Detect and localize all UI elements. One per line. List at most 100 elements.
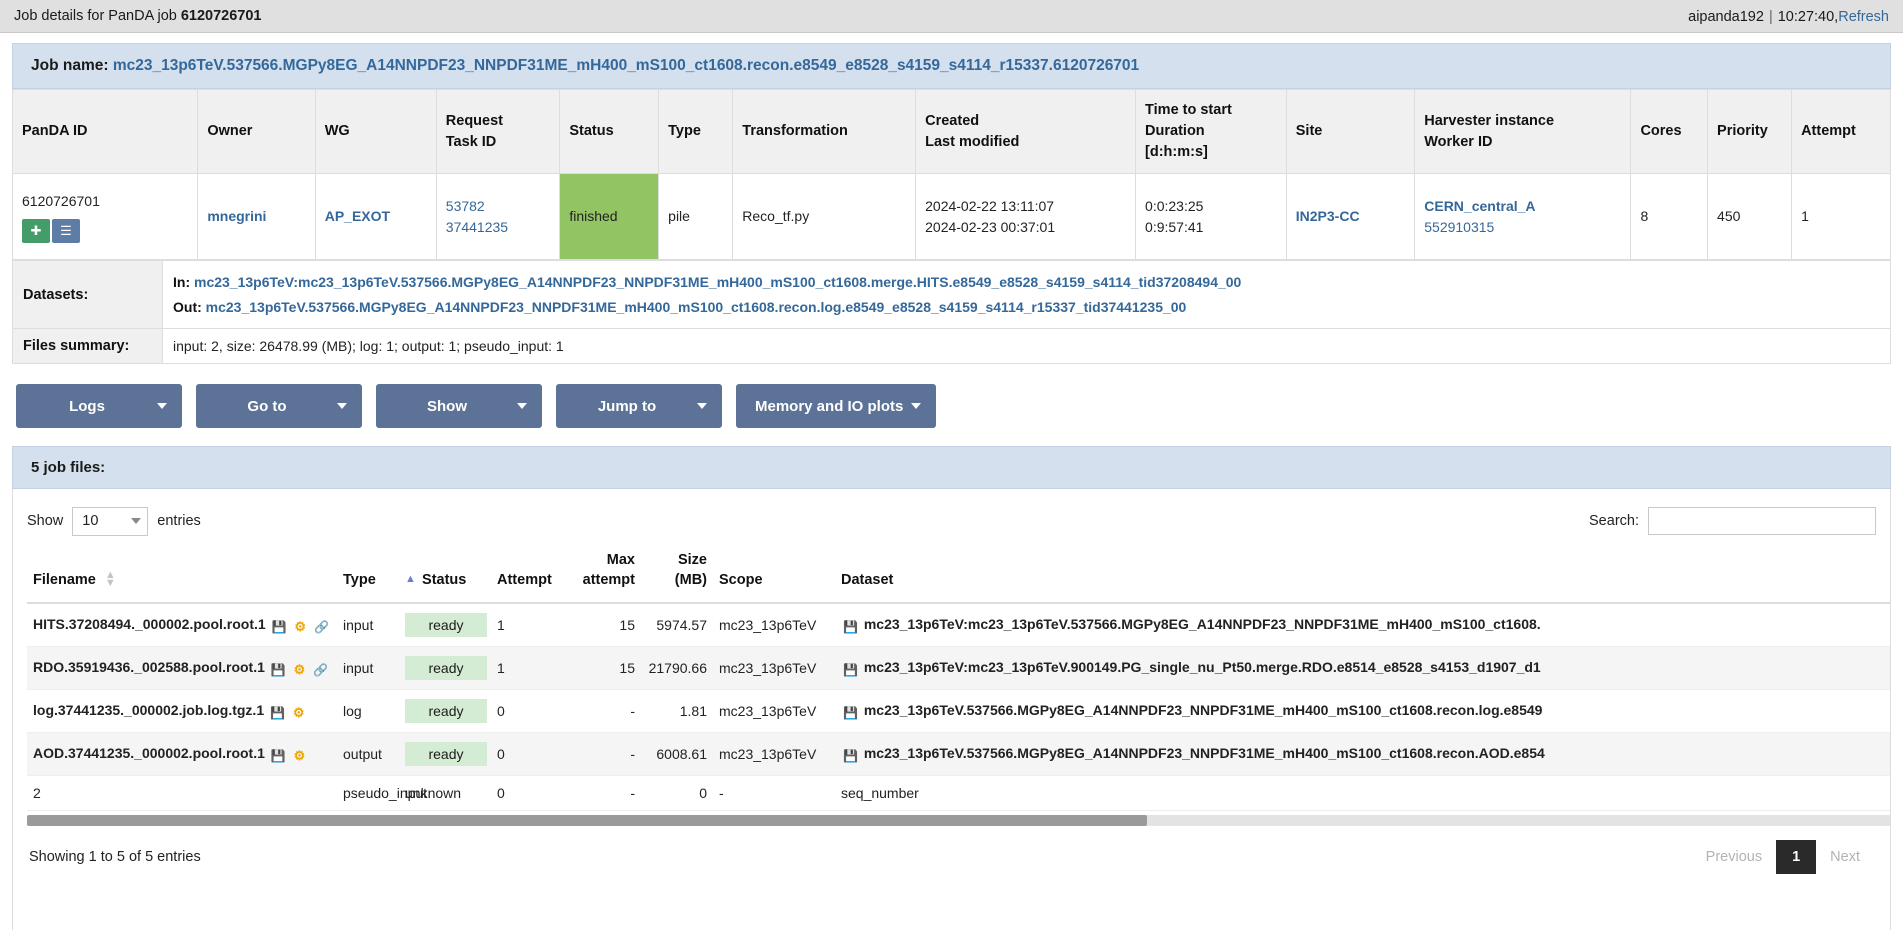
col-owner[interactable]: Owner — [197, 88, 316, 175]
file-status-cell: ready — [399, 732, 491, 777]
files-summary-row: Files summary: input: 2, size: 26478.99 … — [12, 328, 1891, 365]
col-priority[interactable]: Priority — [1707, 88, 1793, 175]
next-page-button[interactable]: Next — [1816, 841, 1874, 873]
list-icon[interactable]: ☰ — [52, 218, 80, 243]
cell-time-duration: 0:0:23:25 0:9:57:41 — [1135, 173, 1287, 261]
file-scope-cell: - — [713, 775, 835, 812]
scrollbar-thumb[interactable] — [27, 815, 1147, 827]
col-request-task-id[interactable]: Request Task ID — [435, 88, 561, 175]
link-icon[interactable]: 🔗 — [313, 663, 328, 677]
plus-icon[interactable]: ✚ — [22, 218, 50, 243]
table-row[interactable]: log.37441235._000002.job.log.tgz.1 💾 ⚙ l… — [27, 689, 1890, 734]
task-id-link[interactable]: 37441235 — [446, 219, 508, 235]
gear-icon[interactable]: ⚙ — [294, 748, 306, 764]
cell-request-task-id: 53782 37441235 — [435, 173, 561, 261]
harvester-instance-link[interactable]: CERN_central_A — [1424, 198, 1535, 214]
link-icon[interactable]: 🔗 — [314, 620, 329, 634]
file-size-cell: 21790.66 — [641, 646, 713, 691]
search-input[interactable] — [1648, 507, 1876, 536]
table-row[interactable]: HITS.37208494._000002.pool.root.1 💾 ⚙ 🔗 … — [27, 603, 1890, 648]
cell-transformation: Reco_tf.py — [732, 173, 917, 261]
page-length-select[interactable]: 10 — [72, 506, 149, 536]
table-row[interactable]: RDO.35919436._002588.pool.root.1 💾 ⚙ 🔗 i… — [27, 646, 1890, 691]
file-name-value: HITS.37208494._000002.pool.root.1 — [33, 615, 266, 632]
files-col-max-attempt[interactable]: Max attempt — [567, 541, 641, 605]
previous-page-button[interactable]: Previous — [1692, 841, 1776, 873]
files-col-max-attempt-label: Max attempt — [582, 552, 635, 588]
col-status[interactable]: Status — [559, 88, 660, 175]
col-type[interactable]: Type — [658, 88, 734, 175]
download-icon[interactable]: 💾 — [843, 749, 858, 763]
pagination: Previous 1 Next — [1692, 840, 1874, 875]
page-title-job-id: 6120726701 — [180, 8, 262, 24]
show-button[interactable]: Show — [376, 384, 542, 429]
download-icon[interactable]: 💾 — [271, 663, 286, 677]
dataset-out-link[interactable]: mc23_13p6TeV.537566.MGPy8EG_A14NNPDF23_N… — [206, 299, 1187, 315]
col-transformation[interactable]: Transformation — [732, 88, 917, 175]
col-wg[interactable]: WG — [314, 88, 437, 175]
file-name-cell: AOD.37441235._000002.pool.root.1 💾 ⚙ — [27, 732, 337, 777]
file-attempt-cell: 0 — [491, 689, 567, 734]
table-row[interactable]: AOD.37441235._000002.pool.root.1 💾 ⚙ out… — [27, 732, 1890, 777]
download-icon[interactable]: 💾 — [843, 706, 858, 720]
col-type-label: Type — [668, 123, 701, 140]
memory-io-plots-button[interactable]: Memory and IO plots — [736, 384, 937, 429]
col-panda-id[interactable]: PanDA ID — [11, 88, 199, 175]
col-priority-label: Priority — [1717, 123, 1768, 140]
table-row[interactable]: 2 pseudo_input unknown 0 - 0 - seq_numbe… — [27, 775, 1890, 812]
horizontal-scrollbar[interactable] — [27, 815, 1890, 827]
datatable-footer: Showing 1 to 5 of 5 entries Previous 1 N… — [27, 826, 1876, 875]
page-1-button[interactable]: 1 — [1776, 840, 1817, 875]
cell-wg: AP_EXOT — [314, 173, 437, 261]
wg-link[interactable]: AP_EXOT — [325, 208, 390, 224]
chevron-down-icon — [131, 518, 142, 525]
file-type-cell: input — [337, 603, 399, 648]
files-col-attempt[interactable]: Attempt — [491, 541, 567, 605]
file-max-attempt-cell: - — [567, 732, 641, 777]
col-site[interactable]: Site — [1285, 88, 1416, 175]
panda-id-buttons: ✚ ☰ — [22, 218, 188, 243]
download-icon[interactable]: 💾 — [272, 620, 287, 634]
gear-icon[interactable]: ⚙ — [293, 705, 305, 721]
files-col-status[interactable]: ▲ Status — [399, 541, 491, 605]
created-value: 2024-02-22 13:11:07 — [925, 197, 1055, 214]
owner-link[interactable]: mnegrini — [207, 208, 266, 224]
goto-button[interactable]: Go to — [196, 384, 362, 429]
logs-button[interactable]: Logs — [16, 384, 182, 429]
files-col-dataset[interactable]: Dataset — [835, 541, 1890, 605]
worker-id-link[interactable]: 552910315 — [1424, 219, 1494, 235]
job-files-table: Filename ▲ ▼ Type ▲ Status Attempt Max at — [27, 541, 1890, 812]
file-type-cell: output — [337, 732, 399, 777]
gear-icon[interactable]: ⚙ — [294, 662, 306, 678]
col-time-duration[interactable]: Time to start Duration [d:h:m:s] — [1135, 88, 1287, 175]
time-to-start-value: 0:0:23:25 — [1145, 197, 1204, 214]
site-link[interactable]: IN2P3-CC — [1296, 208, 1360, 224]
files-col-filename[interactable]: Filename ▲ ▼ — [27, 541, 337, 605]
host-label: aipanda192 — [1688, 8, 1764, 25]
job-name-value[interactable]: mc23_13p6TeV.537566.MGPy8EG_A14NNPDF23_N… — [113, 57, 1139, 74]
download-icon[interactable]: 💾 — [843, 620, 858, 634]
download-icon[interactable]: 💾 — [270, 706, 285, 720]
top-bar-separator: | — [1768, 8, 1773, 25]
file-status-cell: ready — [399, 603, 491, 648]
jumpto-button[interactable]: Jump to — [556, 384, 722, 429]
request-id-link[interactable]: 53782 — [446, 198, 485, 214]
col-harvester[interactable]: Harvester instance Worker ID — [1414, 88, 1632, 175]
col-cores[interactable]: Cores — [1630, 88, 1709, 175]
download-icon[interactable]: 💾 — [843, 663, 858, 677]
files-col-scope[interactable]: Scope — [713, 541, 835, 605]
cell-priority: 450 — [1707, 173, 1793, 261]
files-col-type[interactable]: Type — [337, 541, 399, 605]
download-icon[interactable]: 💾 — [271, 749, 286, 763]
gear-icon[interactable]: ⚙ — [294, 619, 306, 635]
col-worker-id-label: Worker ID — [1424, 133, 1493, 150]
dataset-in-link[interactable]: mc23_13p6TeV:mc23_13p6TeV.537566.MGPy8EG… — [194, 274, 1241, 290]
col-attempt[interactable]: Attempt — [1791, 88, 1891, 175]
refresh-link[interactable]: Refresh — [1838, 9, 1889, 25]
file-size-cell: 6008.61 — [641, 732, 713, 777]
jumpto-button-label: Jump to — [597, 397, 657, 415]
files-col-scope-label: Scope — [719, 571, 763, 588]
files-col-size[interactable]: Size (MB) — [641, 541, 713, 605]
col-created-modified[interactable]: Created Last modified — [915, 88, 1137, 175]
chevron-down-icon — [517, 403, 527, 410]
